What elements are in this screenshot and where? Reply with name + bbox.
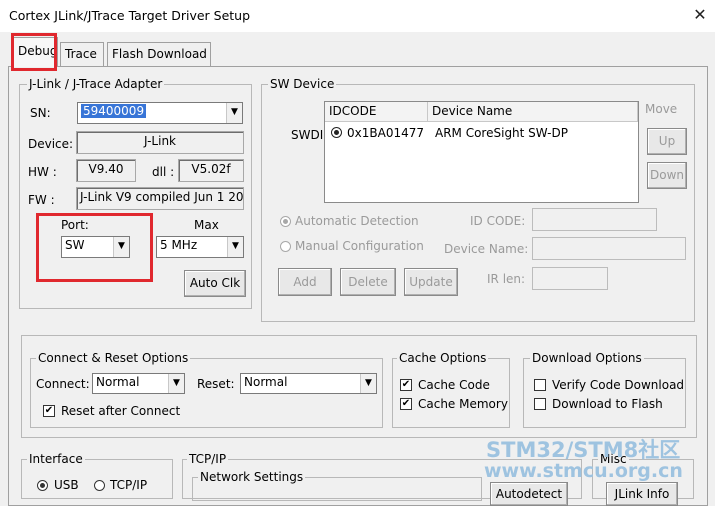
chevron-down-icon[interactable]: ▼ — [227, 237, 243, 257]
cache-options-group — [392, 358, 510, 428]
port-highlight — [36, 213, 153, 282]
close-icon[interactable]: ✕ — [690, 5, 710, 25]
fw-field: J-Link V9 compiled Jun 1 20 — [76, 187, 244, 210]
update-button[interactable]: Update — [404, 268, 458, 296]
interface-legend: Interface — [27, 452, 85, 466]
connect-label: Connect: — [36, 377, 90, 391]
column-header-idcode[interactable]: IDCODE — [325, 102, 428, 122]
table-row[interactable]: 0x1BA01477 ARM CoreSight SW-DP — [325, 123, 638, 143]
move-label: Move — [645, 102, 678, 116]
id-code-input[interactable] — [532, 208, 657, 231]
hw-field: V9.40 — [76, 159, 136, 182]
cache-code-checkbox[interactable]: ✔ — [400, 379, 412, 391]
row-idcode: 0x1BA01477 — [347, 126, 424, 140]
download-to-flash-checkbox[interactable] — [534, 398, 546, 410]
download-to-flash-label: Download to Flash — [552, 397, 663, 411]
jlink-info-button[interactable]: JLink Info — [606, 482, 678, 506]
sw-device-legend: SW Device — [268, 77, 337, 91]
adapter-legend: J-Link / J-Trace Adapter — [27, 77, 165, 91]
device-field: J-Link — [76, 131, 244, 154]
tab-flash-download[interactable]: Flash Download — [107, 42, 211, 66]
swdi-label: SWDI — [291, 128, 324, 142]
dll-field: V5.02f — [178, 159, 244, 182]
id-code-label: ID CODE: — [470, 214, 526, 228]
manual-configuration-label: Manual Configuration — [295, 239, 424, 253]
add-button[interactable]: Add — [278, 268, 332, 296]
auto-clk-button[interactable]: Auto Clk — [184, 270, 246, 297]
move-up-button[interactable]: Up — [647, 128, 687, 155]
window-title: Cortex JLink/JTrace Target Driver Setup — [9, 8, 251, 23]
reset-select[interactable]: Normal ▼ — [240, 373, 377, 394]
chevron-down-icon[interactable]: ▼ — [168, 374, 184, 393]
max-label: Max — [194, 218, 219, 232]
hw-label: HW : — [28, 165, 57, 179]
verify-code-download-checkbox[interactable] — [534, 379, 546, 391]
max-clock-value: 5 MHz — [160, 238, 198, 252]
tab-trace[interactable]: Trace — [60, 42, 104, 66]
chevron-down-icon[interactable]: ▼ — [360, 374, 376, 393]
device-name-input[interactable] — [532, 237, 686, 260]
ir-len-label: IR len: — [487, 272, 526, 286]
tcpip-label: TCP/IP — [110, 478, 148, 492]
reset-after-connect-label: Reset after Connect — [61, 404, 181, 418]
cache-memory-label: Cache Memory — [418, 397, 508, 411]
autodetect-button[interactable]: Autodetect — [490, 482, 568, 506]
network-settings-legend: Network Settings — [198, 470, 306, 484]
title-bar: Cortex JLink/JTrace Target Driver Setup … — [0, 0, 715, 32]
chevron-down-icon[interactable]: ▼ — [226, 103, 242, 123]
usb-label: USB — [54, 478, 79, 492]
download-options-legend: Download Options — [530, 351, 644, 365]
connect-reset-legend: Connect & Reset Options — [36, 351, 191, 365]
reset-after-connect-checkbox[interactable]: ✔ — [43, 405, 55, 417]
sn-label: SN: — [30, 106, 51, 120]
cache-memory-checkbox[interactable]: ✔ — [400, 398, 412, 410]
sw-device-list[interactable]: IDCODE Device Name 0x1BA01477 ARM CoreSi… — [324, 101, 639, 203]
device-name-label: Device Name: — [444, 242, 529, 256]
fw-label: FW : — [28, 193, 55, 207]
automatic-detection-label: Automatic Detection — [295, 214, 419, 228]
tcpip-radio[interactable] — [94, 480, 105, 491]
target-icon — [331, 127, 342, 138]
ir-len-input[interactable] — [532, 267, 608, 290]
watermark-line2: www.stmcu.org.cn — [484, 460, 683, 482]
automatic-detection-radio[interactable] — [280, 216, 291, 227]
download-options-group — [523, 358, 686, 428]
move-down-button[interactable]: Down — [647, 162, 687, 189]
sn-select[interactable]: 59400009 ▼ — [77, 102, 243, 124]
column-header-device-name[interactable]: Device Name — [428, 102, 638, 122]
dll-label: dll : — [152, 165, 175, 179]
sn-value: 59400009 — [81, 104, 147, 118]
max-clock-select[interactable]: 5 MHz ▼ — [156, 236, 244, 258]
debug-tab-highlight — [11, 33, 57, 71]
connect-value: Normal — [96, 375, 140, 389]
manual-configuration-radio[interactable] — [280, 241, 291, 252]
device-label: Device: — [28, 137, 74, 151]
cache-code-label: Cache Code — [418, 378, 490, 392]
connect-select[interactable]: Normal ▼ — [92, 373, 185, 394]
reset-value: Normal — [244, 375, 288, 389]
cache-options-legend: Cache Options — [397, 351, 489, 365]
usb-radio[interactable] — [37, 480, 48, 491]
verify-code-download-label: Verify Code Download — [552, 378, 685, 392]
tcpip-legend: TCP/IP — [187, 452, 229, 466]
row-device-name: ARM CoreSight SW-DP — [435, 126, 568, 140]
delete-button[interactable]: Delete — [340, 268, 396, 296]
reset-label: Reset: — [197, 377, 235, 391]
